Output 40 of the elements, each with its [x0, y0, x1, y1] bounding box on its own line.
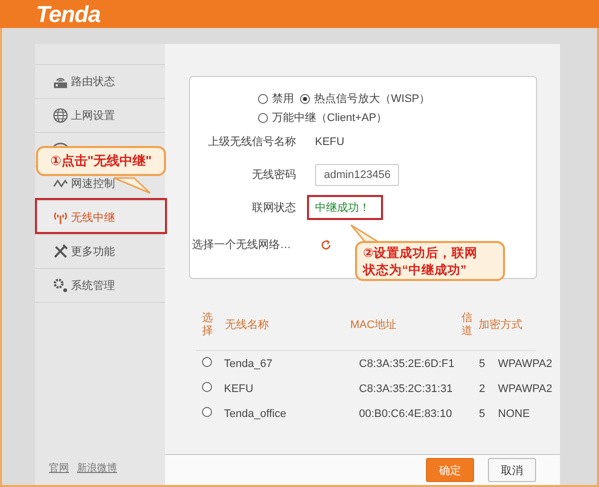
table-cell-text: Tenda_office — [224, 408, 288, 420]
radio-button[interactable] — [202, 357, 212, 367]
cancel-button[interactable]: 取消 — [488, 458, 536, 482]
status-text: 中继成功！ — [315, 201, 370, 215]
password-field[interactable]: admin123456 — [315, 164, 399, 186]
table-cell-text: 00:B0:C6:4E:83:10 — [359, 408, 453, 420]
table-cell-text: WPAWPA2 — [498, 358, 554, 370]
column-header: 信道 — [462, 312, 472, 337]
column-header: MAC地址 — [350, 318, 398, 332]
column-header: 无线名称 — [225, 318, 270, 332]
gears-icon — [53, 278, 68, 293]
mode-radio[interactable]: 禁用 — [258, 91, 294, 106]
field-label: 上级无线信号名称 — [207, 135, 296, 149]
logo: Tenda — [36, 0, 100, 28]
network-name: KEFU — [315, 136, 344, 148]
field-label: 联网状态 — [251, 200, 296, 215]
column-header: 选择 — [202, 312, 213, 337]
table-cell-text: WPAWPA2 — [498, 382, 554, 394]
sidebar-item[interactable]: 无线中继 — [35, 201, 165, 235]
table-cell-text: C8:3A:35:2E:6D:F1 — [359, 358, 456, 370]
table-cell-text: 5 — [479, 408, 486, 420]
scan-label: 选择一个无线网络… — [192, 238, 292, 252]
mode-radio[interactable]: 热点信号放大（WISP） — [300, 91, 430, 106]
mode-radio[interactable]: 万能中继（Client+AP） — [258, 110, 552, 125]
footer-link[interactable]: 官网 — [49, 461, 69, 475]
table-cell-text: 2 — [479, 382, 486, 394]
radio-button[interactable] — [202, 407, 212, 417]
globe-icon — [53, 108, 68, 123]
table-cell-text: NONE — [498, 408, 531, 420]
antenna-icon — [53, 210, 68, 225]
field-label: 无线密码 — [251, 168, 296, 182]
radio-button[interactable] — [202, 382, 212, 392]
tools-icon — [53, 244, 68, 259]
table-cell-text: KEFU — [224, 382, 254, 394]
refresh-icon[interactable] — [320, 238, 332, 250]
table-cell-text: 5 — [479, 358, 486, 370]
column-header: 加密方式 — [478, 318, 524, 332]
table-cell-text: Tenda_67 — [224, 358, 274, 370]
table-cell-text: C8:3A:35:2C:31:31 — [359, 382, 454, 394]
footer-link[interactable]: 新浪微博 — [77, 461, 117, 475]
